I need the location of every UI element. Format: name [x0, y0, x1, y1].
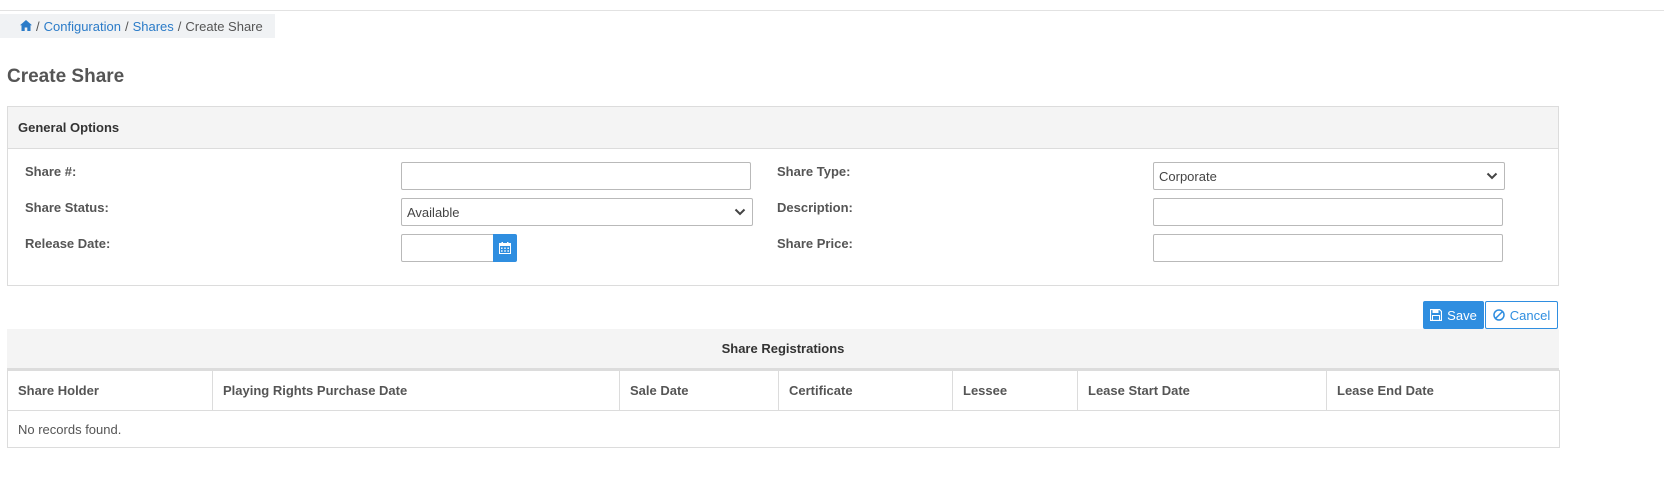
breadcrumb: / Configuration / Shares / Create Share — [0, 14, 275, 38]
share-registrations-section: Share Registrations Share Holder Playing… — [7, 329, 1560, 448]
page-title: Create Share — [7, 66, 125, 87]
column-header-sale-date[interactable]: Sale Date — [619, 370, 779, 411]
share-type-value: Corporate — [1159, 168, 1217, 184]
share-registrations-table: Share Holder Playing Rights Purchase Dat… — [7, 370, 1560, 448]
description-input[interactable] — [1153, 198, 1503, 226]
share-registrations-title: Share Registrations — [7, 329, 1559, 370]
cancel-label: Cancel — [1509, 307, 1551, 323]
ban-icon — [1493, 309, 1505, 321]
save-button[interactable]: Save — [1423, 301, 1484, 329]
calendar-icon — [499, 242, 511, 254]
share-status-label: Share Status: — [25, 200, 109, 215]
table-row: No records found. — [7, 410, 1560, 448]
save-label: Save — [1447, 307, 1477, 323]
breadcrumb-configuration[interactable]: Configuration — [44, 19, 121, 34]
empty-message: No records found. — [7, 410, 1560, 448]
calendar-button[interactable] — [493, 234, 517, 262]
cancel-button[interactable]: Cancel — [1485, 301, 1558, 329]
breadcrumb-separator: / — [124, 18, 129, 34]
share-price-label: Share Price: — [777, 236, 853, 251]
breadcrumb-home[interactable] — [20, 19, 32, 34]
column-header-lessee[interactable]: Lessee — [952, 370, 1078, 411]
release-date-label: Release Date: — [25, 236, 111, 251]
share-price-input[interactable] — [1153, 234, 1503, 262]
home-icon — [20, 19, 32, 31]
chevron-down-icon — [734, 208, 746, 216]
description-label: Description: — [777, 200, 853, 215]
share-type-label: Share Type: — [777, 164, 851, 179]
share-status-select[interactable]: Available — [401, 198, 753, 226]
share-type-select[interactable]: Corporate — [1153, 162, 1505, 190]
share-number-label: Share #: — [25, 164, 77, 179]
column-header-playing-rights-purchase-date[interactable]: Playing Rights Purchase Date — [212, 370, 620, 411]
breadcrumb-separator: / — [177, 18, 182, 34]
save-icon — [1430, 309, 1443, 321]
top-divider — [0, 10, 1664, 11]
release-date-input[interactable] — [401, 234, 494, 262]
column-header-lease-end-date[interactable]: Lease End Date — [1326, 370, 1560, 411]
breadcrumb-shares[interactable]: Shares — [133, 19, 174, 34]
chevron-down-icon — [1486, 172, 1498, 180]
column-header-lease-start-date[interactable]: Lease Start Date — [1077, 370, 1327, 411]
share-number-input[interactable] — [401, 162, 751, 190]
breadcrumb-separator: / — [36, 18, 40, 34]
share-status-value: Available — [407, 204, 460, 220]
general-options-header: General Options — [8, 107, 1558, 149]
breadcrumb-current: Create Share — [185, 18, 263, 34]
table-header-row: Share Holder Playing Rights Purchase Dat… — [7, 370, 1560, 411]
column-header-certificate[interactable]: Certificate — [778, 370, 953, 411]
column-header-share-holder[interactable]: Share Holder — [7, 370, 213, 411]
